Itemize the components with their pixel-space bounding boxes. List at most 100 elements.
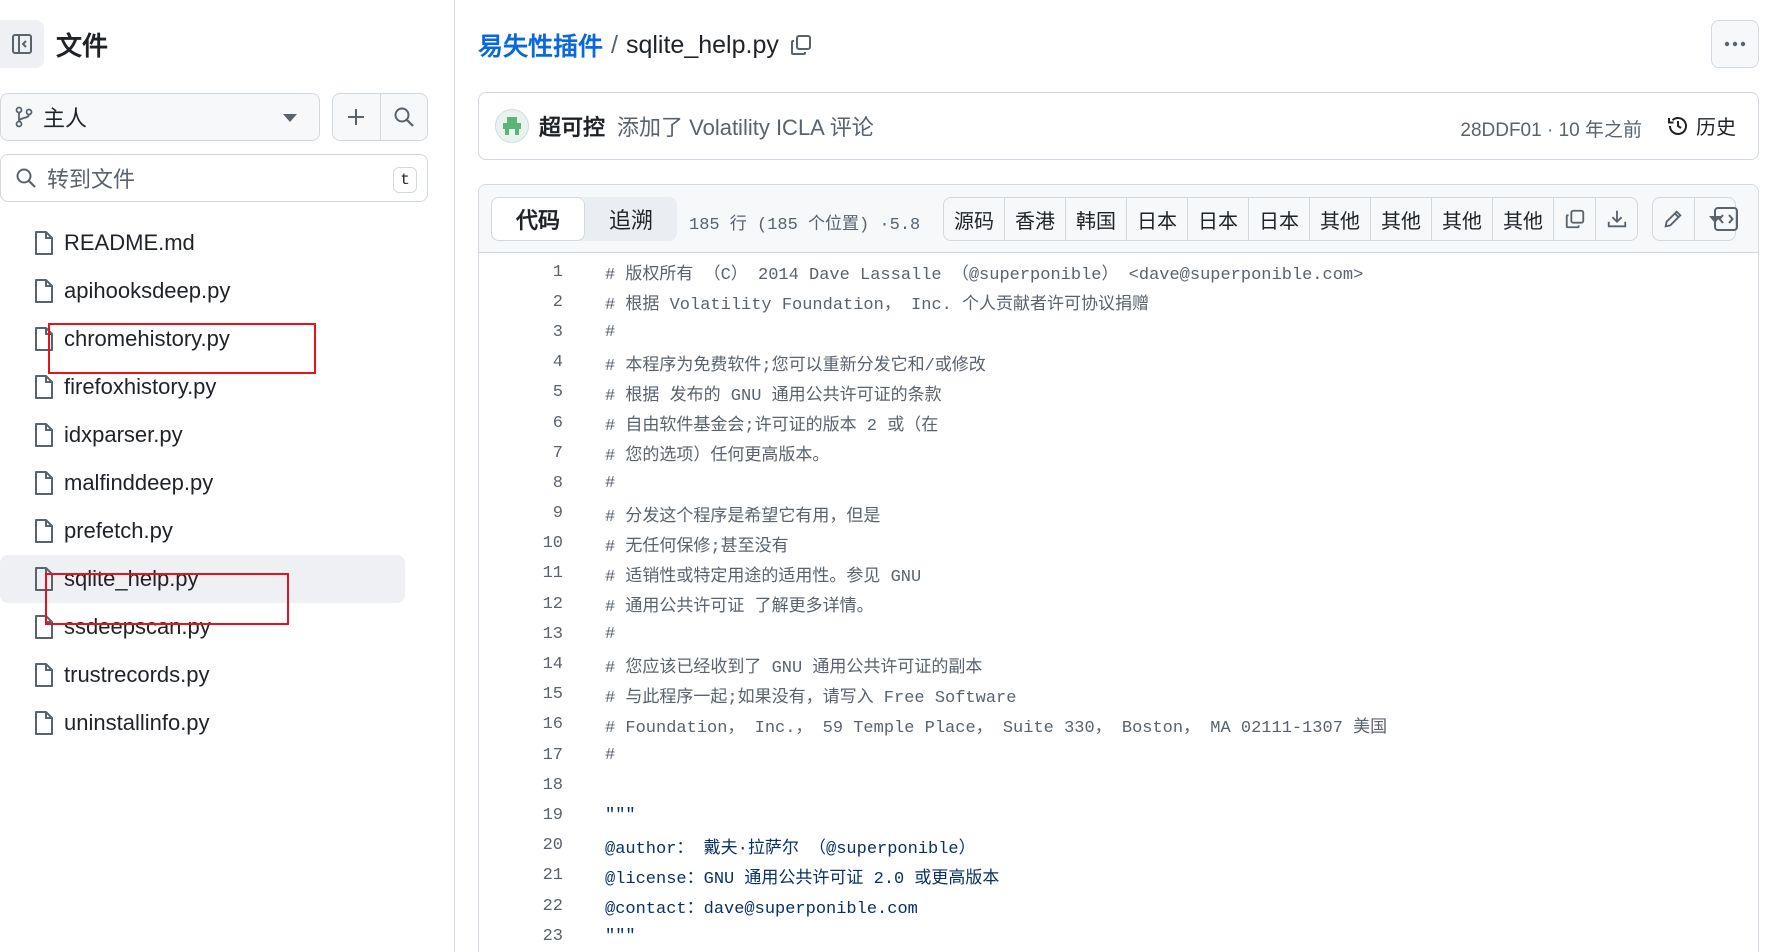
- copy-path-button[interactable]: [789, 33, 813, 57]
- file-tree-item[interactable]: malfinddeep.py: [0, 459, 455, 507]
- code-line: 8 #: [479, 468, 1758, 498]
- branch-selector[interactable]: 主人: [0, 93, 320, 141]
- go-to-file-input[interactable]: 转到文件 t: [0, 154, 428, 202]
- line-number[interactable]: 6: [479, 414, 563, 433]
- line-number[interactable]: 7: [479, 444, 563, 463]
- history-button[interactable]: 历史: [1666, 111, 1736, 140]
- file-tree-item[interactable]: README.md: [0, 219, 455, 267]
- line-number[interactable]: 15: [479, 685, 563, 704]
- commit-message[interactable]: 添加了 Volatility ICLA 评论: [617, 110, 874, 142]
- keyboard-shortcut-hint: t: [393, 167, 417, 193]
- tab-blame[interactable]: 追溯: [585, 197, 677, 241]
- line-number[interactable]: 2: [479, 293, 563, 312]
- code-line: 17 #: [479, 740, 1758, 770]
- search-icon: [16, 168, 36, 188]
- copy-icon: [790, 35, 811, 55]
- file-name: README.md: [64, 230, 195, 255]
- line-content: @contact：dave@superponible.com: [605, 900, 918, 920]
- line-number[interactable]: 12: [479, 595, 563, 614]
- more-options-button[interactable]: [1711, 20, 1759, 68]
- toolbar-button[interactable]: 其他: [1492, 198, 1553, 240]
- line-number[interactable]: 10: [479, 534, 563, 553]
- file-name: firefoxhistory.py: [64, 374, 217, 399]
- kebab-horizontal-icon: [1724, 41, 1746, 47]
- line-number[interactable]: 13: [479, 625, 563, 644]
- file-tree-item[interactable]: apihooksdeep.py: [0, 267, 455, 315]
- toolbar-button[interactable]: 日本: [1187, 198, 1248, 240]
- add-file-button[interactable]: [333, 94, 380, 140]
- line-content: # 根据 发布的 GNU 通用公共许可证的条款: [605, 386, 942, 406]
- file-tree-item[interactable]: uninstallinfo.py: [0, 699, 455, 747]
- code-line: 2 # 根据 Volatility Foundation， Inc. 个人贡献者许…: [479, 287, 1758, 317]
- line-number[interactable]: 17: [479, 746, 563, 765]
- toolbar-button[interactable]: 源码: [944, 198, 1004, 240]
- line-content: """: [605, 926, 636, 946]
- toolbar-button[interactable]: 其他: [1431, 198, 1492, 240]
- line-number[interactable]: 18: [479, 776, 563, 795]
- line-number[interactable]: 19: [479, 806, 563, 825]
- line-content: # 与此程序一起;如果没有，请写入 Free Software: [605, 688, 1017, 708]
- file-icon: [35, 231, 53, 255]
- line-number[interactable]: 1: [479, 263, 563, 282]
- commit-hash-and-time[interactable]: 28DDF01 · 10 年之前: [1460, 115, 1642, 142]
- line-number[interactable]: 9: [479, 504, 563, 523]
- line-number[interactable]: 11: [479, 564, 563, 583]
- line-content: #: [605, 473, 616, 493]
- toolbar-button[interactable]: 香港: [1004, 198, 1065, 240]
- line-number[interactable]: 14: [479, 655, 563, 674]
- code-line: 3 #: [479, 317, 1758, 347]
- code-line: 15 # 与此程序一起;如果没有，请写入 Free Software: [479, 680, 1758, 710]
- code-viewer: 代码 追溯 185 行 (185 个位置) ·5.8 源码 香港 韩国 日本 日…: [478, 184, 1759, 952]
- file-icon: [35, 663, 53, 687]
- latest-commit-bar: 超可控 添加了 Volatility ICLA 评论 28DDF01 · 10 …: [478, 92, 1759, 160]
- edit-file-button[interactable]: [1653, 198, 1694, 240]
- code-line: 18: [479, 770, 1758, 800]
- breadcrumb-repo-link[interactable]: 易失性插件: [478, 27, 603, 63]
- file-name: idxparser.py: [64, 422, 183, 447]
- toolbar-button[interactable]: 日本: [1126, 198, 1187, 240]
- toolbar-button[interactable]: 其他: [1370, 198, 1431, 240]
- toolbar-button[interactable]: 日本: [1248, 198, 1309, 240]
- file-tree-item[interactable]: idxparser.py: [0, 411, 455, 459]
- line-number[interactable]: 5: [479, 383, 563, 402]
- line-number[interactable]: 8: [479, 474, 563, 493]
- line-content: # 您应该已经收到了 GNU 通用公共许可证的副本: [605, 658, 983, 678]
- pencil-icon: [1664, 210, 1683, 228]
- code-line: 19 """: [479, 800, 1758, 830]
- collapse-sidebar-button[interactable]: [0, 20, 44, 68]
- code-line: 6 # 自由软件基金会;许可证的版本 2 或（在: [479, 408, 1758, 438]
- line-number[interactable]: 4: [479, 353, 563, 372]
- breadcrumb: 易失性插件 / sqlite_help.py: [478, 28, 813, 62]
- sidebar-header: 文件: [0, 20, 455, 68]
- code-line: 14 # 您应该已经收到了 GNU 通用公共许可证的副本: [479, 649, 1758, 679]
- search-files-button[interactable]: [379, 94, 427, 140]
- file-icon: [35, 375, 53, 399]
- line-number[interactable]: 16: [479, 715, 563, 734]
- file-name: trustrecords.py: [64, 662, 210, 687]
- file-view: 易失性插件 / sqlite_help.py 超可控 添加了 Volatilit…: [456, 0, 1781, 952]
- line-content: #: [605, 322, 616, 342]
- toolbar-button[interactable]: 其他: [1309, 198, 1370, 240]
- line-content: #: [605, 745, 616, 765]
- copy-raw-button[interactable]: [1553, 198, 1595, 240]
- file-tree-item[interactable]: prefetch.py: [0, 507, 455, 555]
- highlight-box-chromehistory: [48, 323, 316, 374]
- code-line: 21 @license：GNU 通用公共许可证 2.0 或更高版本: [479, 861, 1758, 891]
- symbols-panel-button[interactable]: [1706, 199, 1746, 239]
- line-content: # 适销性或特定用途的适用性。参见 GNU: [605, 567, 922, 587]
- line-content: # 版权所有 （C） 2014 Dave Lassalle （@superpon…: [605, 266, 1364, 286]
- code-line: 13 #: [479, 619, 1758, 649]
- line-number[interactable]: 21: [479, 866, 563, 885]
- file-action-buttons: 源码 香港 韩国 日本 日本 日本 其他 其他 其他 其他: [943, 197, 1638, 241]
- tab-code[interactable]: 代码: [491, 197, 585, 241]
- file-tree-item[interactable]: trustrecords.py: [0, 651, 455, 699]
- avatar[interactable]: [495, 109, 529, 143]
- line-number[interactable]: 22: [479, 897, 563, 916]
- download-raw-button[interactable]: [1595, 198, 1637, 240]
- toolbar-button[interactable]: 韩国: [1065, 198, 1126, 240]
- file-icon: [35, 711, 53, 735]
- line-number[interactable]: 20: [479, 836, 563, 855]
- line-number[interactable]: 3: [479, 323, 563, 342]
- commit-author[interactable]: 超可控: [539, 110, 605, 142]
- line-number[interactable]: 23: [479, 927, 563, 946]
